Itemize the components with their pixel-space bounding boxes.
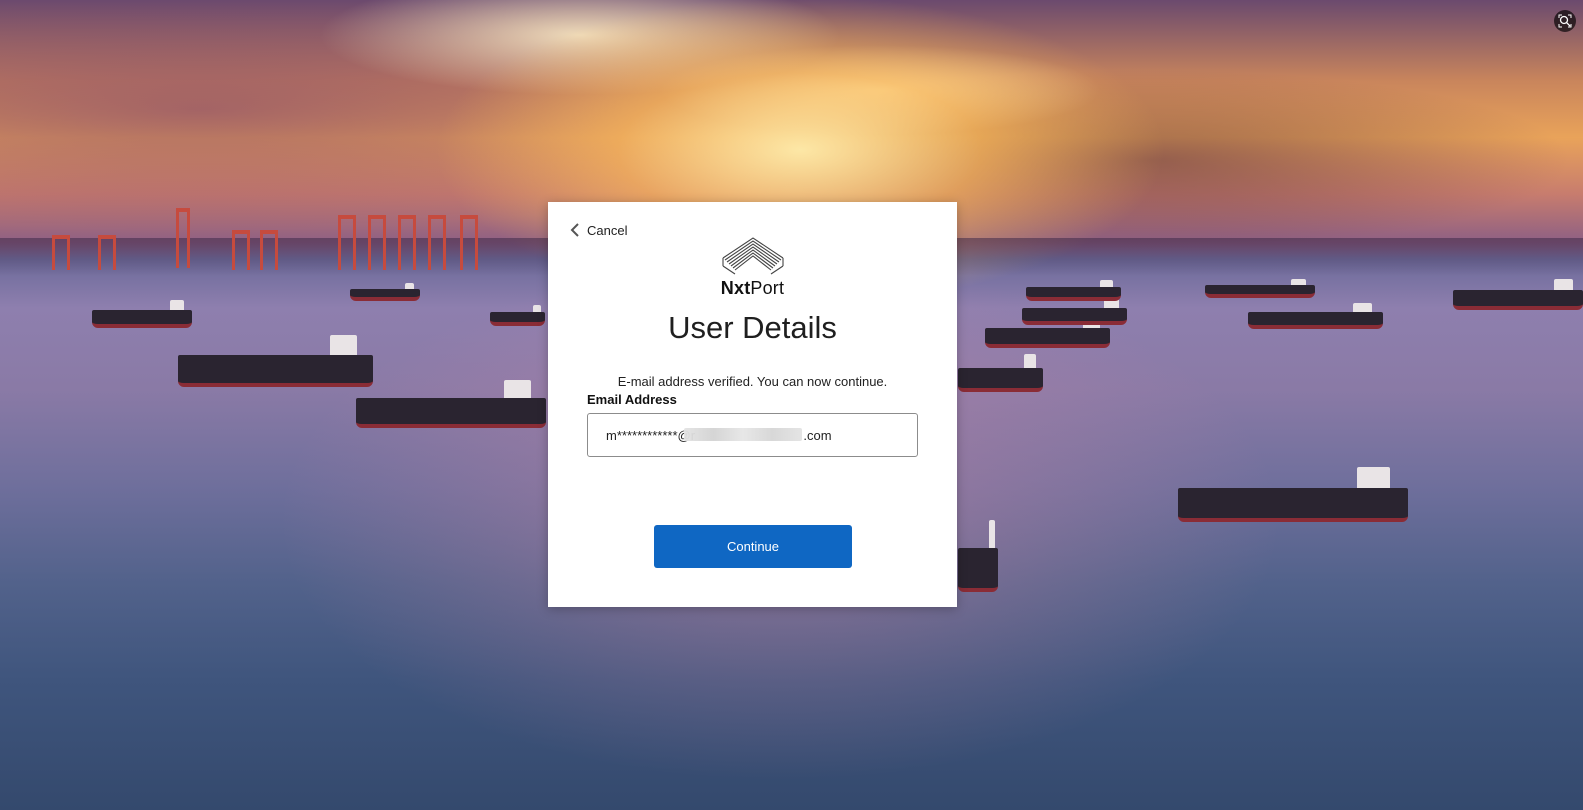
logo-suffix: Port bbox=[750, 278, 785, 298]
ship bbox=[1453, 278, 1583, 310]
ship bbox=[178, 335, 373, 387]
port-crane bbox=[176, 208, 190, 268]
nxtport-logo-icon bbox=[721, 237, 784, 275]
ship bbox=[490, 305, 545, 326]
ship bbox=[1022, 298, 1127, 325]
ship bbox=[1248, 302, 1383, 329]
ship bbox=[92, 300, 192, 328]
fullscreen-icon bbox=[1558, 14, 1572, 28]
port-crane bbox=[460, 215, 478, 270]
verification-message: E-mail address verified. You can now con… bbox=[617, 374, 888, 389]
email-label: Email Address bbox=[587, 392, 677, 407]
ship bbox=[958, 354, 1043, 392]
ship bbox=[356, 379, 546, 428]
logo-prefix: Nxt bbox=[720, 278, 751, 298]
ship bbox=[1178, 467, 1408, 522]
ship bbox=[1026, 280, 1121, 301]
port-crane bbox=[368, 215, 386, 270]
fullscreen-button[interactable] bbox=[1554, 10, 1576, 32]
logo-wordmark: NxtPort bbox=[721, 278, 784, 299]
port-crane bbox=[428, 215, 446, 270]
ship bbox=[958, 520, 998, 592]
port-crane bbox=[232, 230, 250, 270]
page-title: User Details bbox=[668, 310, 837, 345]
ship bbox=[985, 316, 1110, 348]
ship bbox=[1205, 278, 1315, 298]
port-crane bbox=[398, 215, 416, 270]
port-crane bbox=[52, 235, 70, 270]
redacted-email-mask bbox=[684, 428, 802, 441]
continue-button[interactable]: Continue bbox=[654, 525, 852, 568]
port-crane bbox=[260, 230, 278, 270]
ship bbox=[350, 283, 420, 301]
user-details-card: Cancel NxtPort User Details E-mail addre… bbox=[548, 202, 957, 607]
port-crane bbox=[98, 235, 116, 270]
nxtport-logo: NxtPort bbox=[548, 236, 957, 299]
port-crane bbox=[338, 215, 356, 270]
